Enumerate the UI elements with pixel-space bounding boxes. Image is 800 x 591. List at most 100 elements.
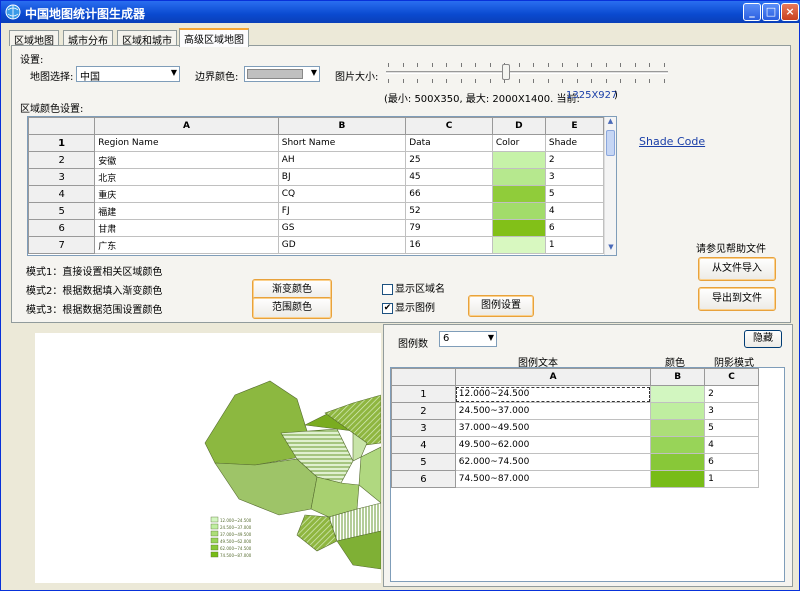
column-header-a[interactable]: A xyxy=(454,368,652,386)
hide-button[interactable]: 隐藏 xyxy=(744,330,782,348)
scroll-down-arrow-icon[interactable]: ▼ xyxy=(605,243,616,255)
map-select-dropdown[interactable]: 中国 ▼ xyxy=(76,66,180,83)
table-cell[interactable]: Shade xyxy=(544,134,605,152)
column-header-c[interactable]: C xyxy=(405,117,493,135)
close-button[interactable]: × xyxy=(781,3,799,21)
data-cell[interactable]: 25 xyxy=(405,151,493,169)
table-cell[interactable]: Region Name xyxy=(94,134,279,152)
region-name-cell[interactable]: 甘肃 xyxy=(94,219,279,237)
column-header-b[interactable]: B xyxy=(650,368,706,386)
scroll-thumb[interactable] xyxy=(606,130,615,156)
row-number[interactable]: 3 xyxy=(391,419,456,437)
region-name-cell[interactable]: 安徽 xyxy=(94,151,279,169)
short-name-cell[interactable]: GS xyxy=(277,219,407,237)
legend-shade-cell[interactable]: 5 xyxy=(704,419,759,437)
checkmark-icon[interactable]: ✔ xyxy=(382,302,393,314)
color-cell[interactable] xyxy=(491,202,546,220)
region-spreadsheet[interactable]: A B C D E 1 Region Name Short Name Data … xyxy=(27,116,617,256)
color-cell[interactable] xyxy=(491,185,546,203)
legend-spreadsheet[interactable]: A B C 1 12.000~24.500 2 2 24.500~37.000 3… xyxy=(390,367,785,582)
legend-shade-cell[interactable]: 4 xyxy=(704,436,759,454)
corner-cell[interactable] xyxy=(28,117,96,135)
corner-cell[interactable] xyxy=(391,368,456,386)
range-color-button[interactable]: 范围颜色 xyxy=(252,297,332,319)
tab-advanced-region-map[interactable]: 高级区域地图 xyxy=(179,28,249,47)
column-header-b[interactable]: B xyxy=(277,117,407,135)
row-number[interactable]: 6 xyxy=(28,219,96,237)
tab-region-map[interactable]: 区域地图 xyxy=(9,30,59,47)
legend-color-cell[interactable] xyxy=(650,470,706,488)
scroll-up-arrow-icon[interactable]: ▲ xyxy=(605,117,616,129)
legend-color-cell[interactable] xyxy=(650,453,706,471)
short-name-cell[interactable]: FJ xyxy=(277,202,407,220)
row-number[interactable]: 1 xyxy=(391,385,456,403)
data-cell[interactable]: 79 xyxy=(405,219,493,237)
legend-shade-cell[interactable]: 3 xyxy=(704,402,759,420)
short-name-cell[interactable]: GD xyxy=(277,236,407,254)
minimize-button[interactable]: _ xyxy=(743,3,761,21)
legend-shade-cell[interactable]: 2 xyxy=(704,385,759,403)
row-number[interactable]: 1 xyxy=(28,134,96,152)
legend-settings-button[interactable]: 图例设置 xyxy=(468,295,534,317)
slider-thumb[interactable] xyxy=(501,64,510,80)
legend-text-cell[interactable]: 37.000~49.500 xyxy=(454,419,652,437)
table-cell[interactable]: Data xyxy=(405,134,493,152)
legend-color-cell[interactable] xyxy=(650,385,706,403)
shade-cell[interactable]: 4 xyxy=(544,202,605,220)
row-number[interactable]: 2 xyxy=(391,402,456,420)
shade-code-link[interactable]: Shade Code xyxy=(639,135,705,148)
legend-text-cell[interactable]: 62.000~74.500 xyxy=(454,453,652,471)
legend-count-dropdown[interactable]: 6 ▼ xyxy=(439,331,497,347)
legend-color-cell[interactable] xyxy=(650,419,706,437)
data-cell[interactable]: 45 xyxy=(405,168,493,186)
shade-cell[interactable]: 5 xyxy=(544,185,605,203)
shade-cell[interactable]: 2 xyxy=(544,151,605,169)
region-name-cell[interactable]: 福建 xyxy=(94,202,279,220)
data-cell[interactable]: 16 xyxy=(405,236,493,254)
row-number[interactable]: 4 xyxy=(391,436,456,454)
image-size-slider[interactable] xyxy=(384,60,669,86)
border-color-dropdown[interactable]: ▼ xyxy=(244,66,320,82)
table-cell[interactable]: Color xyxy=(491,134,546,152)
color-cell[interactable] xyxy=(491,151,546,169)
legend-text-cell[interactable]: 12.000~24.500 xyxy=(454,385,652,403)
show-legend-checkbox[interactable]: ✔ 显示图例 xyxy=(382,299,435,314)
vertical-scrollbar[interactable]: ▲ ▼ xyxy=(604,117,616,255)
shade-cell[interactable]: 1 xyxy=(544,236,605,254)
legend-text-cell[interactable]: 74.500~87.000 xyxy=(454,470,652,488)
shade-cell[interactable]: 6 xyxy=(544,219,605,237)
legend-shade-cell[interactable]: 1 xyxy=(704,470,759,488)
short-name-cell[interactable]: CQ xyxy=(277,185,407,203)
row-number[interactable]: 5 xyxy=(391,453,456,471)
show-region-name-checkbox[interactable]: 显示区域名 xyxy=(382,280,445,295)
column-header-c[interactable]: C xyxy=(704,368,759,386)
table-cell[interactable]: Short Name xyxy=(277,134,407,152)
column-header-d[interactable]: D xyxy=(491,117,546,135)
row-number[interactable]: 5 xyxy=(28,202,96,220)
legend-color-cell[interactable] xyxy=(650,402,706,420)
tab-region-and-city[interactable]: 区域和城市 xyxy=(117,30,177,47)
row-number[interactable]: 3 xyxy=(28,168,96,186)
row-number[interactable]: 2 xyxy=(28,151,96,169)
maximize-button[interactable]: □ xyxy=(762,3,780,21)
region-name-cell[interactable]: 广东 xyxy=(94,236,279,254)
checkbox-box[interactable] xyxy=(382,283,393,295)
short-name-cell[interactable]: AH xyxy=(277,151,407,169)
color-cell[interactable] xyxy=(491,236,546,254)
row-number[interactable]: 4 xyxy=(28,185,96,203)
import-from-file-button[interactable]: 从文件导入 xyxy=(698,257,776,281)
row-number[interactable]: 6 xyxy=(391,470,456,488)
column-header-a[interactable]: A xyxy=(94,117,279,135)
legend-shade-cell[interactable]: 6 xyxy=(704,453,759,471)
legend-color-cell[interactable] xyxy=(650,436,706,454)
data-cell[interactable]: 52 xyxy=(405,202,493,220)
legend-text-cell[interactable]: 24.500~37.000 xyxy=(454,402,652,420)
region-name-cell[interactable]: 重庆 xyxy=(94,185,279,203)
data-cell[interactable]: 66 xyxy=(405,185,493,203)
region-name-cell[interactable]: 北京 xyxy=(94,168,279,186)
shade-cell[interactable]: 3 xyxy=(544,168,605,186)
color-cell[interactable] xyxy=(491,219,546,237)
color-cell[interactable] xyxy=(491,168,546,186)
short-name-cell[interactable]: BJ xyxy=(277,168,407,186)
column-header-e[interactable]: E xyxy=(544,117,605,135)
